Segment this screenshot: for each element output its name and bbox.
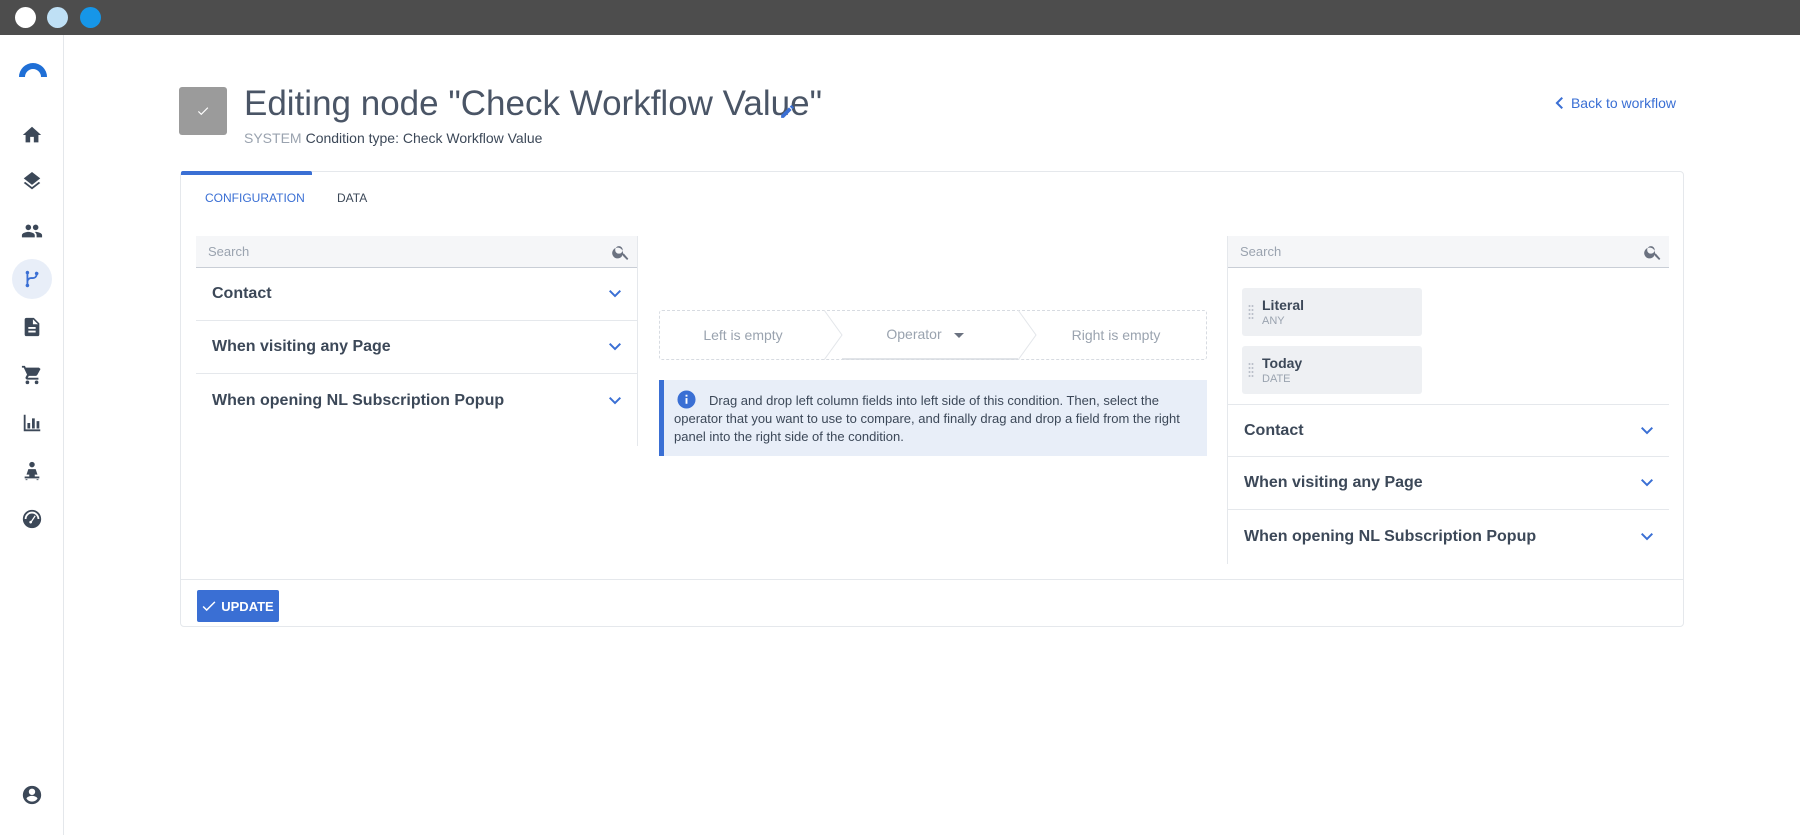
left-search	[196, 236, 637, 268]
operator-select[interactable]: Operator	[830, 311, 1020, 359]
window-minimize-button[interactable]	[47, 7, 68, 28]
right-fields-panel: Literal ANY Today DATE Contact When visi…	[1227, 236, 1669, 564]
info-message: Drag and drop left column fields into le…	[659, 380, 1207, 456]
left-section-visiting-page[interactable]: When visiting any Page	[196, 321, 637, 374]
home-icon	[22, 126, 42, 143]
section-label: When visiting any Page	[1244, 474, 1423, 491]
sidebar-item-organization[interactable]	[12, 451, 52, 491]
tab-configuration[interactable]: CONFIGURATION	[205, 172, 305, 220]
chevron-down-icon	[609, 285, 621, 303]
update-label: UPDATE	[221, 598, 274, 614]
page-title: Editing node "Check Workflow Value"	[244, 84, 823, 123]
chevron-left-icon	[1555, 97, 1563, 109]
sidebar-item-workflows[interactable]	[12, 259, 52, 299]
right-section-visiting-page[interactable]: When visiting any Page	[1228, 457, 1669, 510]
system-label: SYSTEM	[244, 130, 302, 146]
section-label: When opening NL Subscription Popup	[212, 391, 505, 409]
chevron-down-icon	[1641, 474, 1653, 492]
condition-right-dropzone[interactable]: Right is empty	[1024, 311, 1208, 359]
right-section-contact[interactable]: Contact	[1228, 404, 1669, 457]
right-search-input[interactable]	[1228, 236, 1643, 267]
window-maximize-button[interactable]	[80, 7, 101, 28]
cart-icon	[21, 365, 41, 385]
back-to-workflow-link[interactable]: Back to workflow	[1555, 95, 1676, 111]
document-icon	[24, 317, 40, 337]
drag-handle-icon[interactable]	[1248, 362, 1254, 378]
pencil-icon	[781, 105, 794, 118]
section-label: When opening NL Subscription Popup	[1244, 527, 1537, 545]
people-icon	[21, 224, 43, 238]
node-type-badge	[179, 87, 227, 135]
info-text: Drag and drop left column fields into le…	[674, 393, 1180, 444]
right-section-nl-popup[interactable]: When opening NL Subscription Popup	[1228, 510, 1669, 563]
chevron-down-icon	[609, 392, 621, 410]
app-logo-icon[interactable]	[17, 55, 49, 87]
sidebar-item-people[interactable]	[12, 211, 52, 251]
field-today[interactable]: Today DATE	[1242, 346, 1422, 394]
chevron-down-icon	[1641, 422, 1653, 440]
layers-icon	[23, 172, 41, 190]
left-section-nl-popup[interactable]: When opening NL Subscription Popup	[196, 374, 637, 427]
condition-left-dropzone[interactable]: Left is empty	[660, 311, 826, 359]
dashboard-icon	[22, 509, 42, 529]
sidebar-item-home[interactable]	[12, 115, 52, 155]
field-name: Today	[1262, 355, 1303, 371]
window-titlebar	[0, 0, 1800, 35]
card-footer-divider	[181, 579, 1683, 580]
drag-handle-icon[interactable]	[1248, 304, 1254, 320]
right-search	[1228, 236, 1669, 268]
field-literal[interactable]: Literal ANY	[1242, 288, 1422, 336]
sidebar-item-layers[interactable]	[12, 163, 52, 203]
sidebar-item-commerce[interactable]	[12, 355, 52, 395]
left-fields-panel: Contact When visiting any Page When open…	[196, 236, 638, 446]
sidebar-item-analytics[interactable]	[12, 403, 52, 443]
operator-label: Operator	[886, 326, 942, 342]
search-icon[interactable]	[611, 242, 631, 262]
node-subtitle: SYSTEM Condition type: Check Workflow Val…	[244, 130, 542, 146]
field-type: ANY	[1262, 315, 1285, 327]
chevron-down-icon	[609, 338, 621, 356]
sidebar-item-account[interactable]	[12, 775, 52, 815]
bar-chart-icon	[23, 414, 41, 432]
left-search-input[interactable]	[196, 236, 611, 267]
condition-builder: Left is empty Operator Right is empty	[659, 310, 1207, 360]
sidebar	[0, 35, 64, 835]
sidebar-item-dashboard[interactable]	[12, 499, 52, 539]
search-icon[interactable]	[1643, 242, 1663, 262]
section-label: When visiting any Page	[212, 338, 391, 355]
window-close-button[interactable]	[15, 7, 36, 28]
field-name: Literal	[1262, 297, 1305, 313]
workflow-icon	[25, 270, 39, 288]
info-icon	[677, 390, 696, 409]
caret-down-icon	[953, 332, 964, 338]
sidebar-item-documents[interactable]	[12, 307, 52, 347]
left-section-contact[interactable]: Contact	[196, 268, 637, 321]
chevron-down-icon	[1641, 528, 1653, 546]
back-link-label: Back to workflow	[1570, 95, 1676, 111]
check-icon	[202, 601, 216, 612]
org-icon	[24, 461, 40, 481]
update-button[interactable]: UPDATE	[197, 590, 279, 622]
tab-data[interactable]: DATA	[337, 172, 367, 220]
field-type: DATE	[1262, 373, 1291, 385]
check-icon	[197, 107, 209, 116]
edit-title-button[interactable]	[779, 103, 796, 120]
condition-type-text: Condition type: Check Workflow Value	[305, 130, 543, 146]
account-icon	[22, 785, 42, 805]
section-label: Contact	[212, 285, 272, 302]
section-label: Contact	[1244, 421, 1304, 439]
node-editor-card: CONFIGURATION DATA Contact When visiting…	[180, 171, 1684, 627]
